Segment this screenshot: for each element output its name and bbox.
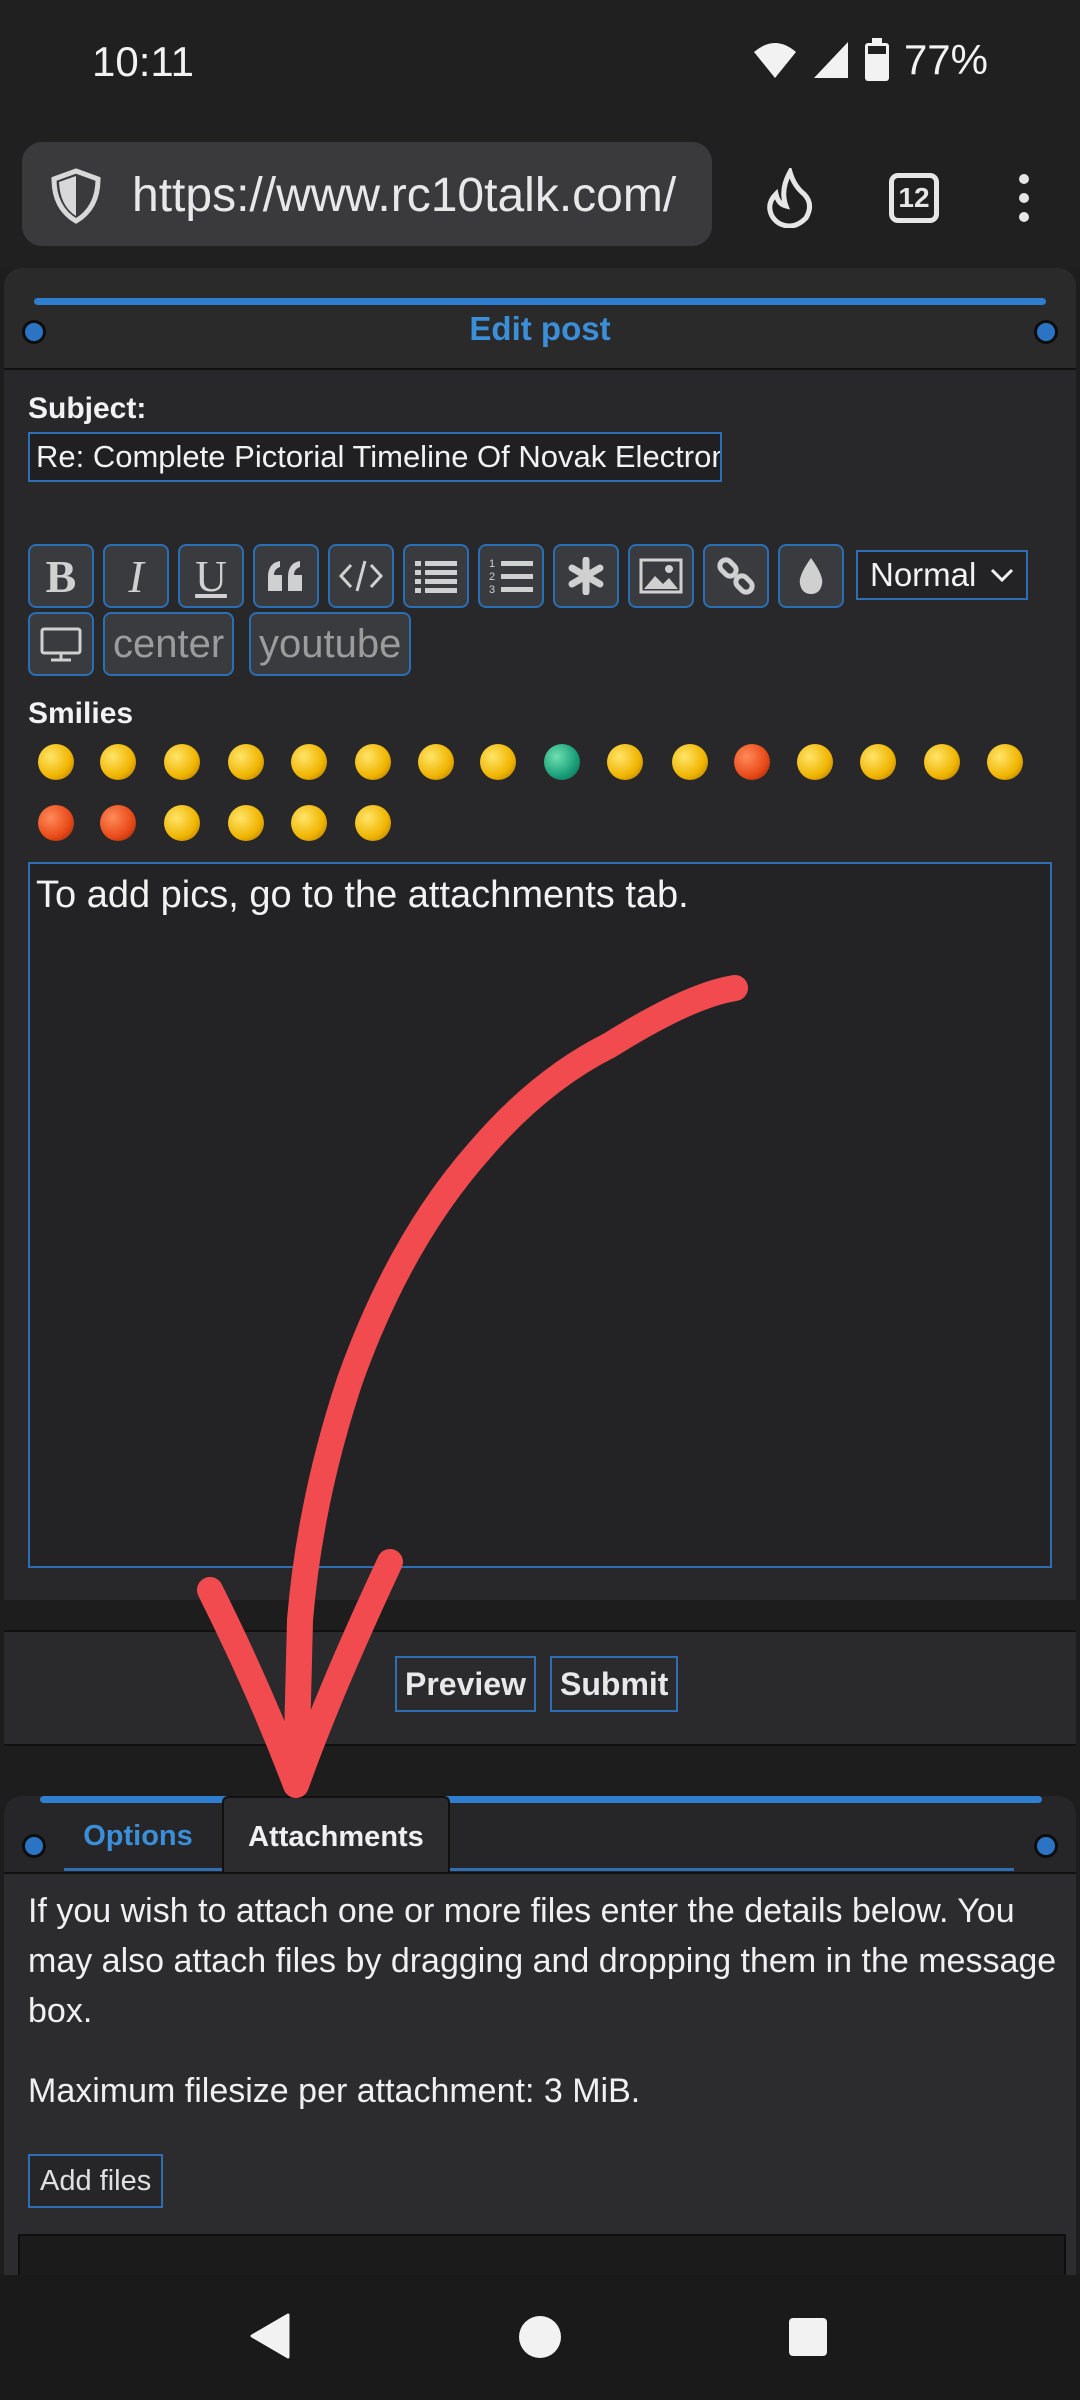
home-icon[interactable] — [518, 2315, 562, 2359]
system-nav-bar — [0, 2275, 1080, 2400]
red-arrow-annotation — [197, 975, 748, 1798]
recents-icon[interactable] — [788, 2317, 828, 2357]
back-icon[interactable] — [248, 2311, 292, 2361]
